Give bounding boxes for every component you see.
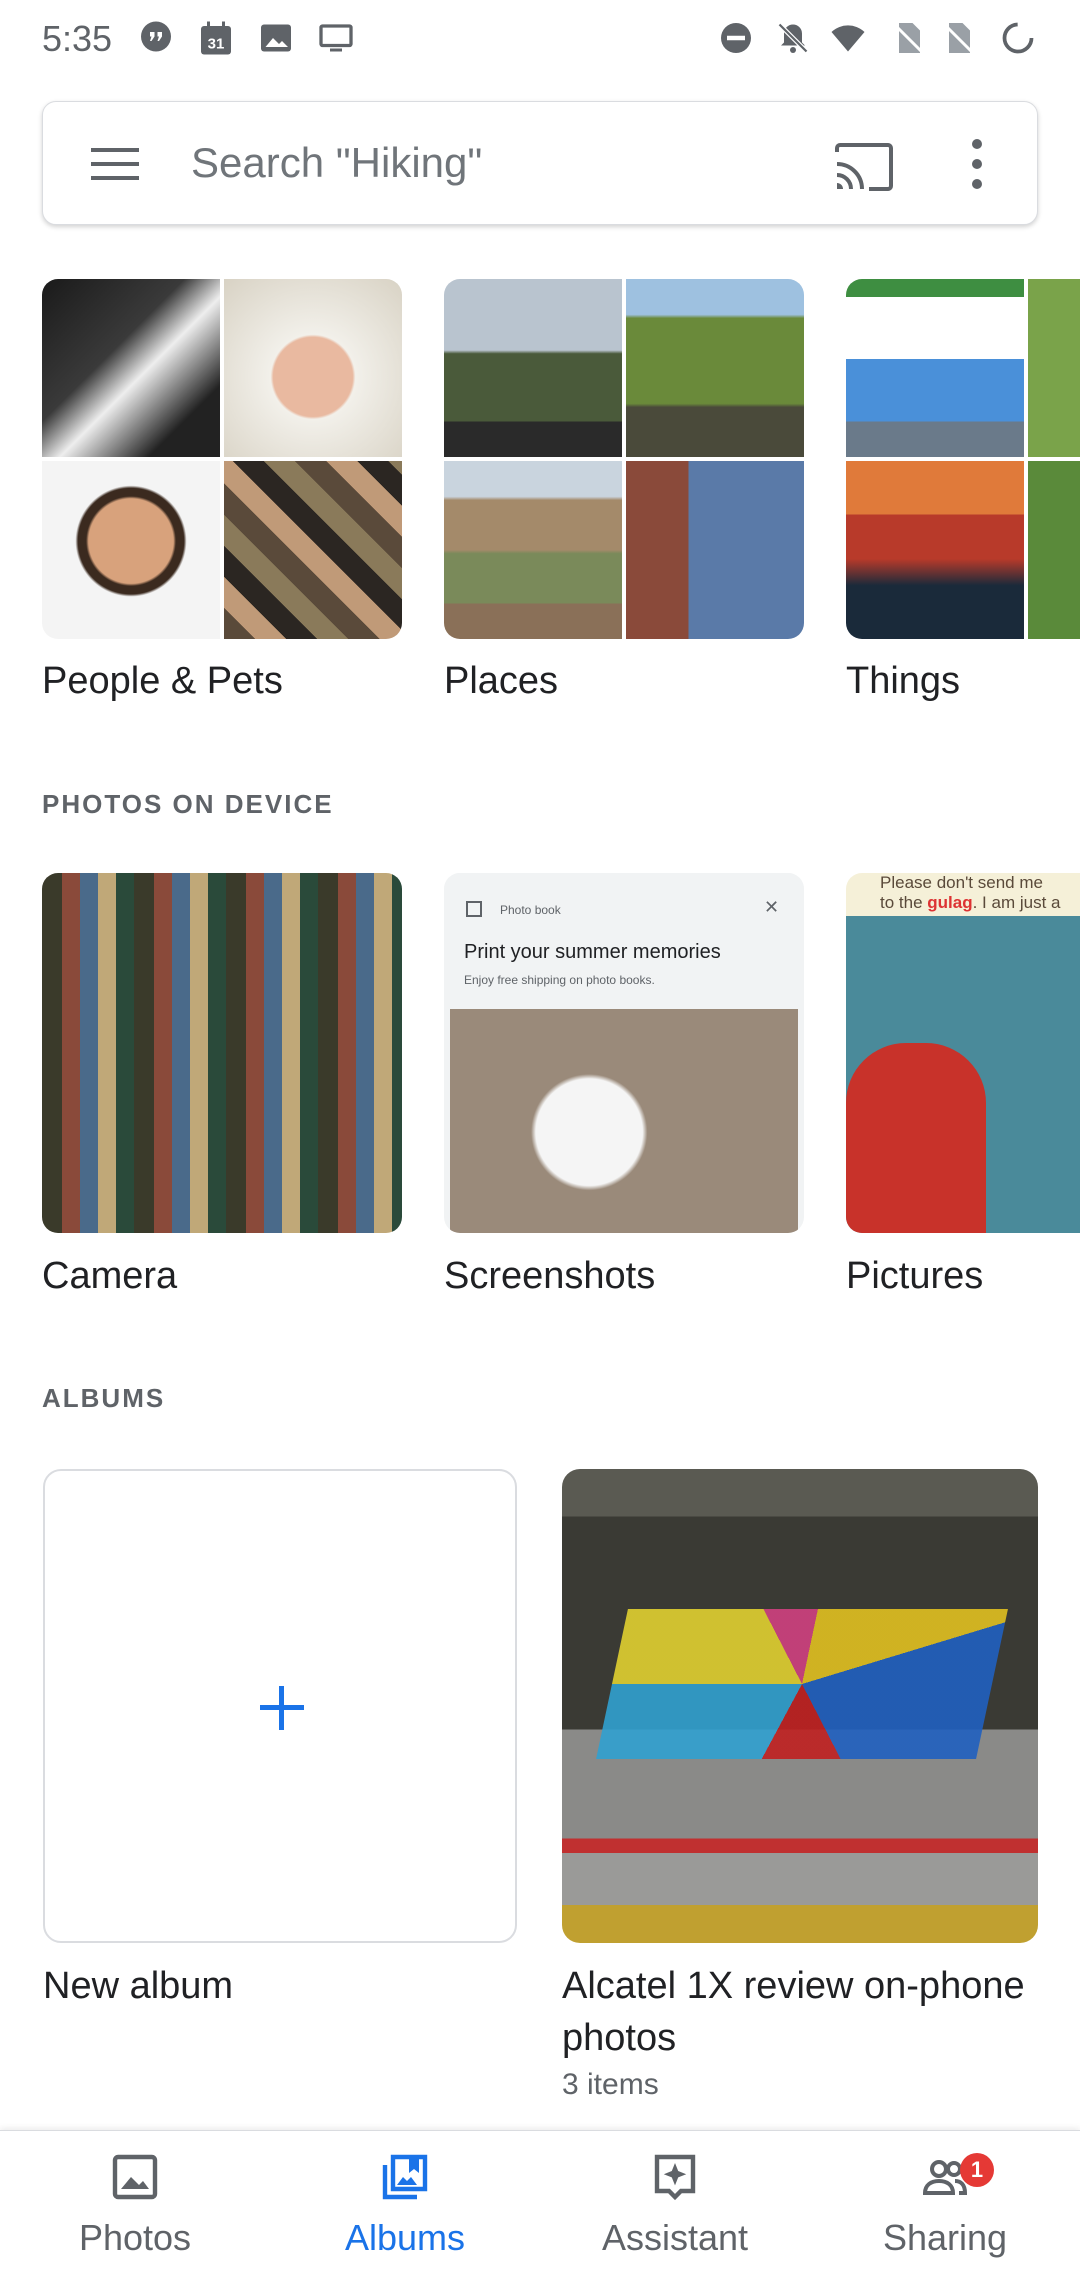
hangouts-icon [141,21,171,52]
calendar-icon: 31 [201,21,231,55]
character-figure [846,1043,986,1233]
game-dialog-line: to the gulag. I am just a [880,893,1061,912]
promo-subtext: Enjoy free shipping on photo books. [464,973,655,987]
close-icon: ✕ [764,897,780,917]
albums-icon [382,2154,428,2200]
photo-thumb [444,279,622,457]
nav-label: Photos [78,2217,192,2258]
search-bar[interactable] [42,101,1038,225]
album-item-count: 3 items [562,2068,659,2101]
photo-thumb [42,461,220,639]
search-input[interactable] [189,132,813,194]
photo-thumb [42,279,220,457]
photo-thumb [846,279,1024,457]
photo-icon [112,2154,158,2200]
new-album-button[interactable] [43,1469,517,1943]
wifi-icon [831,25,865,52]
photo-thumb [846,461,1024,639]
photo-book-icon [466,901,482,917]
photo-thumb [626,461,804,639]
nav-sharing[interactable]: 1 Sharing [810,2131,1080,2281]
photo-book-image [450,1009,798,1233]
category-label: People & Pets [42,660,283,702]
album-title: photos [562,2017,677,2059]
nav-label: Assistant [601,2217,749,2258]
promo-card: Photo book ✕ Print your summer memories … [444,873,804,1009]
promo-heading: Print your summer memories [464,941,721,963]
nav-albums[interactable]: Albums [270,2131,540,2281]
people-pets-tile[interactable] [42,279,402,639]
things-tile[interactable] [846,279,1080,639]
folder-label: Pictures [846,1255,984,1297]
hamburger-menu-icon[interactable] [91,146,139,182]
photo-thumb [224,461,402,639]
camera-folder-tile[interactable] [42,873,402,1233]
more-vert-icon[interactable] [967,138,987,190]
nav-label: Sharing [882,2217,1008,2258]
album-cover[interactable] [562,1469,1038,1943]
new-album-label: New album [43,1965,234,2007]
photos-on-device-header: PHOTOS ON DEVICE [42,789,334,819]
status-time: 5:35 [42,18,113,59]
category-label: Things [846,660,961,702]
photo-thumb [224,279,402,457]
nav-assistant[interactable]: Assistant [540,2131,810,2281]
cast-icon[interactable] [833,142,895,192]
mural-art [596,1609,1008,1759]
albums-header: ALBUMS [42,1383,166,1413]
no-sim-icon [893,23,923,53]
category-label: Places [444,660,559,702]
photo-thumb [1028,461,1080,639]
photo-thumb [1028,279,1080,457]
screenshots-folder-tile[interactable]: Photo book ✕ Print your summer memories … [444,873,804,1233]
photo-thumb [444,461,622,639]
album-title: Alcatel 1X review on-phone [562,1965,1025,2007]
muted-bell-icon [777,22,809,54]
places-tile[interactable] [444,279,804,639]
folder-label: Screenshots [444,1255,656,1297]
photo-thumb [626,279,804,457]
nav-photos[interactable]: Photos [0,2131,270,2281]
notification-badge: 1 [960,2153,994,2187]
game-dialog-line: Please don't send me [880,873,1043,892]
nav-label: Albums [344,2217,466,2258]
pictures-folder-tile[interactable]: Please don't send me to the gulag. I am … [846,873,1080,1233]
calendar-day: 31 [208,36,225,53]
assistant-icon [654,2154,696,2201]
plus-icon [260,1686,304,1730]
folder-label: Camera [42,1255,178,1297]
image-icon [261,24,291,52]
bottom-navigation: Photos Albums Assistant 1 Sharing [0,2130,1080,2281]
battery-icon [1002,22,1034,54]
promo-title: Photo book [500,903,561,917]
cast-screen-icon [319,24,353,52]
no-sim-icon [943,23,973,53]
status-bar: 5:35 31 [0,0,1080,80]
dnd-icon [721,23,751,53]
